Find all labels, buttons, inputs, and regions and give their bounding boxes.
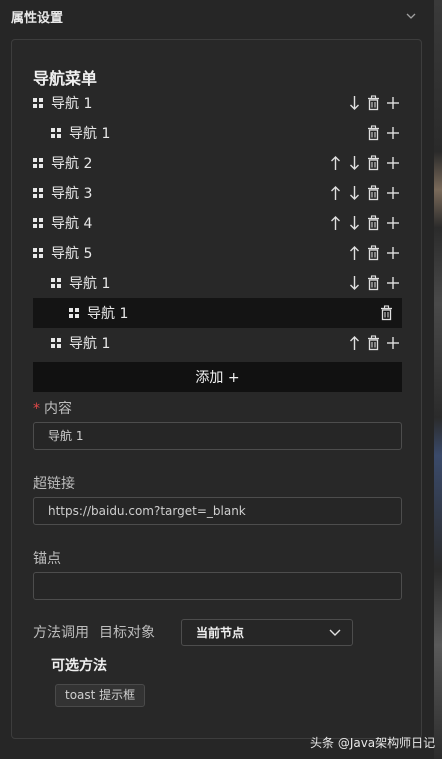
chevron-down-icon (329, 629, 341, 636)
trash-icon[interactable] (367, 185, 380, 201)
nav-menu-title: 导航菜单 (33, 69, 98, 88)
nav-item-actions (329, 185, 402, 201)
nav-item[interactable]: 导航 5 (33, 238, 402, 268)
content-input[interactable]: 导航 1 (33, 422, 402, 450)
drag-handle-icon[interactable] (51, 338, 61, 348)
nav-item[interactable]: 导航 1 (33, 298, 402, 328)
drag-handle-icon[interactable] (33, 188, 43, 198)
target-label: 目标对象 (99, 625, 155, 641)
nav-item[interactable]: 导航 3 (33, 178, 402, 208)
anchor-label: 锚点 (33, 551, 61, 567)
trash-icon[interactable] (367, 245, 380, 261)
trash-icon[interactable] (367, 275, 380, 291)
drag-handle-icon[interactable] (33, 158, 43, 168)
link-input[interactable]: https://baidu.com?target=_blank (33, 497, 402, 525)
nav-item-label: 导航 1 (87, 306, 129, 322)
drag-handle-icon[interactable] (33, 218, 43, 228)
nav-item[interactable]: 导航 1 (33, 88, 402, 118)
plus-icon[interactable] (386, 95, 400, 111)
nav-item-label: 导航 3 (51, 186, 93, 202)
nav-item-label: 导航 5 (51, 246, 93, 262)
drag-handle-icon[interactable] (51, 278, 61, 288)
arrow-down-icon[interactable] (348, 95, 361, 111)
content-label-text: 内容 (44, 401, 72, 417)
nav-item-label: 导航 1 (69, 276, 111, 292)
required-mark: * (33, 401, 40, 417)
nav-item-actions (348, 275, 402, 291)
nav-item-label: 导航 1 (69, 126, 111, 142)
method-chip-toast[interactable]: toast 提示框 (55, 684, 146, 707)
watermark: 头条 @Java架构师日记 (310, 736, 436, 750)
drag-handle-icon[interactable] (33, 248, 43, 258)
trash-icon[interactable] (367, 125, 380, 141)
nav-item-actions (348, 335, 402, 351)
trash-icon[interactable] (367, 95, 380, 111)
arrow-up-icon[interactable] (348, 335, 361, 351)
nav-item-actions (329, 215, 402, 231)
trash-icon[interactable] (367, 335, 380, 351)
plus-icon[interactable] (386, 125, 400, 141)
nav-item-label: 导航 2 (51, 156, 93, 172)
nav-item-actions (329, 155, 402, 171)
arrow-down-icon[interactable] (348, 215, 361, 231)
nav-item-label: 导航 1 (51, 96, 93, 112)
arrow-up-icon[interactable] (329, 215, 342, 231)
arrow-up-icon[interactable] (329, 155, 342, 171)
nav-item[interactable]: 导航 2 (33, 148, 402, 178)
panel-header[interactable]: 属性设置 (0, 0, 430, 32)
trash-icon[interactable] (367, 155, 380, 171)
plus-icon[interactable] (386, 185, 400, 201)
target-select-value: 当前节点 (196, 626, 245, 640)
trash-icon[interactable] (367, 215, 380, 231)
target-select[interactable]: 当前节点 (181, 619, 353, 646)
chevron-down-icon[interactable] (404, 9, 418, 23)
trash-icon[interactable] (380, 305, 393, 321)
method-label: 方法调用 (33, 625, 89, 641)
nav-item[interactable]: 导航 1 (33, 268, 402, 298)
content-label: * 内容 (33, 398, 72, 418)
header-title: 属性设置 (11, 10, 64, 26)
plus-icon[interactable] (386, 275, 400, 291)
arrow-down-icon[interactable] (348, 275, 361, 291)
drag-handle-icon[interactable] (69, 308, 79, 318)
nav-item[interactable]: 导航 4 (33, 208, 402, 238)
drag-handle-icon[interactable] (33, 98, 43, 108)
method-row: 方法调用 目标对象 (33, 618, 165, 646)
arrow-down-icon[interactable] (348, 155, 361, 171)
link-label: 超链接 (33, 476, 75, 492)
arrow-up-icon[interactable] (348, 245, 361, 261)
anchor-input[interactable] (33, 572, 402, 600)
plus-icon[interactable] (386, 155, 400, 171)
drag-handle-icon[interactable] (51, 128, 61, 138)
arrow-up-icon[interactable] (329, 185, 342, 201)
nav-item-actions (380, 305, 402, 321)
properties-panel: 导航菜单 导航 1 导航 1 导航 2 导航 3 导航 4 导航 5 导航 1 导航 1 导航 … (11, 39, 422, 739)
nav-item[interactable]: 导航 1 (33, 118, 402, 148)
background-edge (434, 0, 442, 759)
plus-icon[interactable] (386, 245, 400, 261)
plus-icon[interactable] (386, 335, 400, 351)
nav-item-label: 导航 1 (69, 336, 111, 352)
nav-item-label: 导航 4 (51, 216, 93, 232)
arrow-down-icon[interactable] (348, 185, 361, 201)
nav-item-actions (348, 95, 402, 111)
optional-methods-title: 可选方法 (51, 658, 107, 674)
nav-item-actions (367, 125, 402, 141)
plus-icon[interactable] (386, 215, 400, 231)
nav-item-actions (348, 245, 402, 261)
nav-item[interactable]: 导航 1 (33, 328, 402, 358)
add-nav-button[interactable]: 添加 + (33, 362, 402, 392)
